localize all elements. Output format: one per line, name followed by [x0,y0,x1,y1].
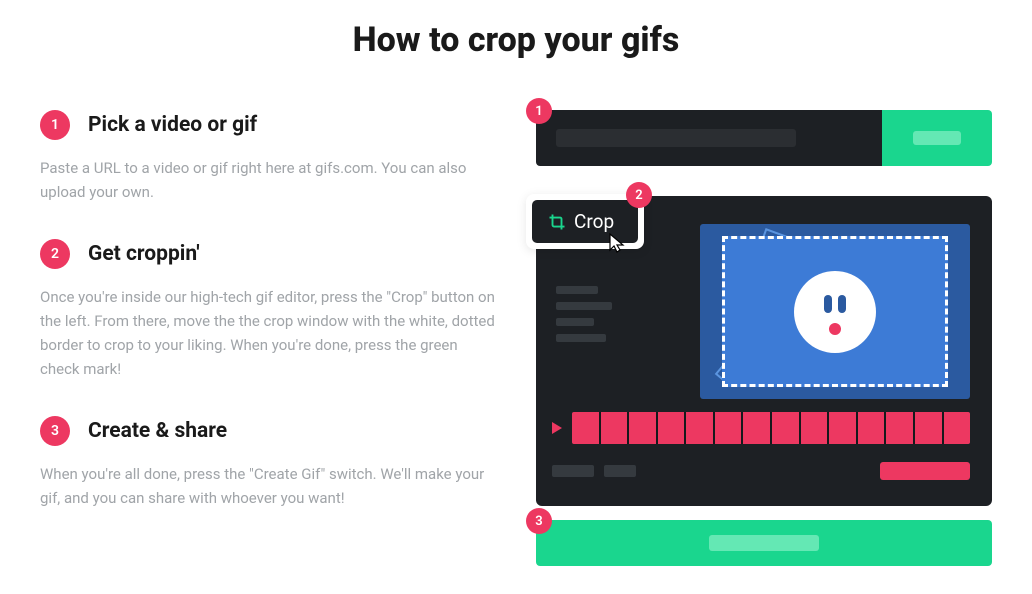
play-icon [552,422,562,434]
sidebar-item-mock [556,318,594,326]
bottom-bar-block [604,465,636,477]
step-number-badge: 3 [40,416,70,446]
sidebar-item-mock [556,334,606,342]
share-button-label-mock [709,535,819,551]
step-2: 2 Get croppin' Once you're inside our hi… [40,239,496,381]
face-mouth [829,323,841,335]
step-description: Paste a URL to a video or gif right here… [40,156,496,204]
face-eye [838,295,846,313]
step-description: When you're all done, press the "Create … [40,462,496,510]
sidebar-item-mock [556,302,612,310]
steps-column: 1 Pick a video or gif Paste a URL to a v… [40,110,496,566]
page-title: How to crop your gifs [40,20,992,60]
illustration-badge-2: 2 [626,182,652,208]
crop-label: Crop [574,210,614,233]
face-graphic [794,271,876,353]
crop-icon [548,213,566,231]
url-bar-illustration: 1 [536,110,992,166]
url-input-mock [536,110,882,166]
editor-sidebar-mock [556,286,612,342]
crop-tooltip: 2 Crop [526,194,644,249]
url-input-placeholder-mock [556,129,796,147]
step-3: 3 Create & share When you're all done, p… [40,416,496,510]
url-submit-mock [882,110,992,166]
editor-canvas-mock [700,224,970,399]
crop-selection-mock [722,236,948,387]
illustration-column: 1 2 Crop [536,110,992,566]
sidebar-item-mock [556,286,598,294]
step-title: Pick a video or gif [88,113,257,137]
step-1: 1 Pick a video or gif Paste a URL to a v… [40,110,496,204]
bottom-bar-action-mock [880,462,970,480]
bottom-bar-block [552,465,594,477]
step-header: 3 Create & share [40,416,496,446]
step-title: Get croppin' [88,242,200,266]
timeline-mock [552,412,970,444]
illustration-badge-1: 1 [526,98,552,124]
editor-bottom-bar-mock [552,456,970,486]
content-row: 1 Pick a video or gif Paste a URL to a v… [40,110,992,566]
step-header: 2 Get croppin' [40,239,496,269]
face-eye [824,295,832,313]
share-bar-illustration: 3 [536,520,992,566]
cursor-icon [608,232,626,254]
step-header: 1 Pick a video or gif [40,110,496,140]
step-number-badge: 2 [40,239,70,269]
editor-illustration: 2 Crop [536,196,992,506]
timeline-track [572,412,970,444]
step-number-badge: 1 [40,110,70,140]
illustration-badge-3: 3 [526,508,552,534]
step-description: Once you're inside our high-tech gif edi… [40,285,496,381]
step-title: Create & share [88,419,227,443]
url-submit-label-mock [913,131,961,145]
